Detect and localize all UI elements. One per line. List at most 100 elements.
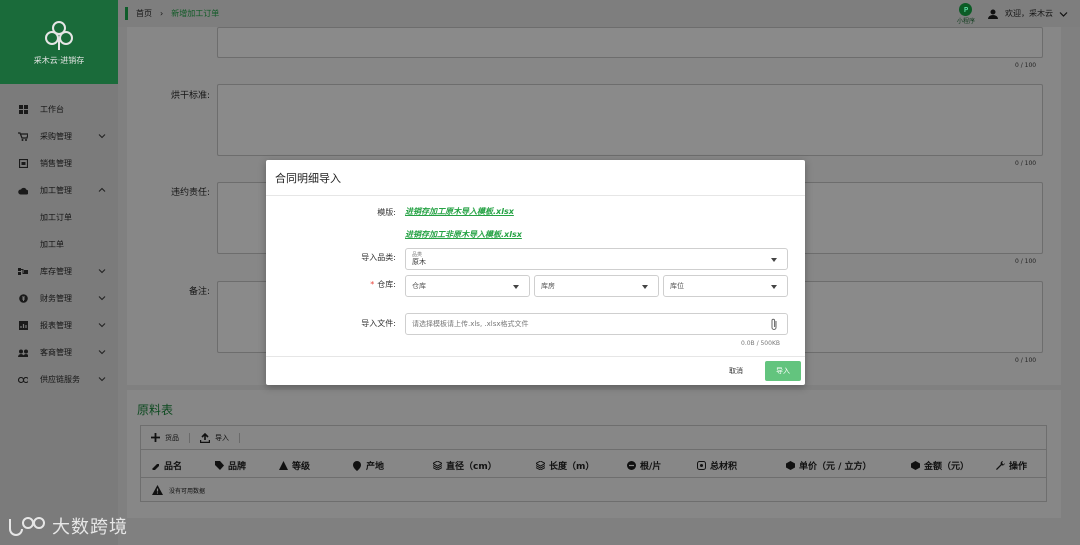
category-value: 原木 [412,258,426,266]
template-link-nonlog[interactable]: 进销存加工非原木导入模板.xlsx [405,229,522,240]
column-pieces[interactable]: 根/片 [627,459,661,472]
caret-down-icon [513,285,519,289]
user-menu[interactable]: 欢迎，采木云 [988,8,1068,19]
top-bar: 首页 › 新增加工订单 P 小程序 欢迎，采木云 [118,0,1080,27]
column-name[interactable]: 品名 [151,459,182,472]
sidebar-item-label: 财务管理 [40,294,72,303]
storehouse-select[interactable]: 库房 [534,275,659,297]
inventory-icon [18,267,28,277]
column-length[interactable]: 长度（m） [536,459,594,472]
location-select[interactable]: 库位 [663,275,788,297]
user-icon [988,9,998,19]
box-icon [697,461,706,470]
chevron-up-icon [98,187,106,192]
warehouse-placeholder: 仓库 [412,282,426,290]
caret-down-icon [771,285,777,289]
sidebar-item-processing[interactable]: 加工管理 [0,177,118,204]
import-button[interactable]: 导入 [200,432,229,443]
toolbar-divider [189,432,190,443]
add-goods-label: 货品 [165,433,179,442]
mini-program-button[interactable]: P 小程序 [957,3,975,25]
warehouse-label: * 仓库: [336,279,396,290]
column-origin[interactable]: 产地 [353,459,384,472]
file-input[interactable]: 请选择模板请上传.xls, .xlsx格式文件 [405,313,788,335]
cube-icon [786,461,795,470]
column-volume[interactable]: 总材积 [697,459,737,472]
import-submit-button[interactable]: 导入 [765,361,801,381]
wrench-icon [996,461,1005,470]
char-count: 0 / 100 [1015,62,1037,69]
welcome-text: 欢迎，采木云 [1005,9,1053,18]
sidebar-item-label: 销售管理 [40,159,72,168]
sidebar-item-label: 供应链服务 [40,375,80,384]
column-label: 产地 [366,462,385,472]
breadcrumb-home[interactable]: 首页 [136,8,152,19]
layers-icon [433,461,442,470]
column-actions[interactable]: 操作 [996,459,1027,472]
column-brand[interactable]: 品牌 [215,459,246,472]
column-label: 长度（m） [549,462,595,472]
template-link-log[interactable]: 进销存加工原木导入模板.xlsx [405,206,514,217]
caret-down-icon [771,258,777,262]
tag-icon [151,461,160,470]
sidebar-item-label: 报表管理 [40,321,72,330]
column-diameter[interactable]: 直径（cm） [433,459,497,472]
logo-icon [45,20,73,50]
sidebar-item-partners[interactable]: 客商管理 [0,339,118,366]
report-icon [18,321,28,331]
sidebar-item-inventory[interactable]: 库存管理 [0,258,118,285]
drying-standard-label: 烘干标准: [170,91,210,101]
caret-down-icon [642,285,648,289]
finance-icon [18,294,28,304]
textarea-top[interactable] [217,27,1043,58]
link-icon [18,375,28,385]
modal-footer: 取消 导入 [266,356,805,385]
chevron-down-icon [98,377,106,382]
empty-text: 没有可用数据 [169,487,206,495]
modal-title: 合同明细导入 [275,171,341,185]
location-placeholder: 库位 [670,282,684,290]
sidebar: 采木云·进销存 工作台 采购管理 销售管理 加工管理 加工订单 加工单 库存管理… [0,0,118,545]
chevron-down-icon [1059,11,1068,17]
sidebar-item-supply-chain[interactable]: 供应链服务 [0,366,118,393]
column-unit-price[interactable]: 单价（元 / 立方） [786,459,872,472]
file-size-counter: 0.0B / 500KB [741,340,780,347]
sales-icon [18,159,28,169]
sidebar-item-finance[interactable]: 财务管理 [0,285,118,312]
import-label: 导入 [215,433,229,442]
category-label: 导入品类: [361,253,396,262]
sidebar-item-sales[interactable]: 销售管理 [0,150,118,177]
sidebar-item-dashboard[interactable]: 工作台 [0,96,118,123]
sidebar-item-purchase[interactable]: 采购管理 [0,123,118,150]
column-grade[interactable]: 等级 [279,459,310,472]
cancel-button[interactable]: 取消 [729,366,743,376]
remarks-label: 备注: [188,287,210,297]
column-label: 总材积 [710,462,738,472]
chevron-down-icon [98,269,106,274]
column-label: 单价（元 / 立方） [799,462,872,472]
column-label: 根/片 [640,462,662,472]
sidebar-item-label: 工作台 [40,105,64,114]
table-header: 品名 品牌 等级 产地 直径（cm） 长度（m） 根/片 总材积 单价（元 / … [141,450,1046,478]
watermark-logo-icon [9,517,45,536]
sidebar-item-processing-sheet[interactable]: 加工单 [0,231,118,258]
grade-icon [279,461,288,470]
drying-standard-textarea[interactable] [217,84,1043,156]
warning-icon [152,485,163,495]
people-icon [18,348,28,358]
warehouse-select[interactable]: 仓库 [405,275,530,297]
brand-logo[interactable]: 采木云·进销存 [0,0,118,84]
dashboard-icon [18,105,28,115]
sidebar-item-processing-orders[interactable]: 加工订单 [0,204,118,231]
cart-icon [18,132,28,142]
column-amount[interactable]: 金额（元） [911,459,969,472]
import-modal: 合同明细导入 模版: 进销存加工原木导入模板.xlsx 进销存加工非原木导入模板… [266,160,805,385]
breadcrumb-current: 新增加工订单 [171,9,220,18]
add-goods-button[interactable]: 货品 [151,433,179,443]
breach-liability-label: 违约责任: [170,188,210,198]
category-select[interactable]: 品类 原木 [405,248,788,270]
sidebar-item-label: 客商管理 [40,348,72,357]
sidebar-item-reports[interactable]: 报表管理 [0,312,118,339]
char-count: 0 / 100 [1015,357,1037,364]
char-count: 0 / 100 [1015,160,1037,167]
